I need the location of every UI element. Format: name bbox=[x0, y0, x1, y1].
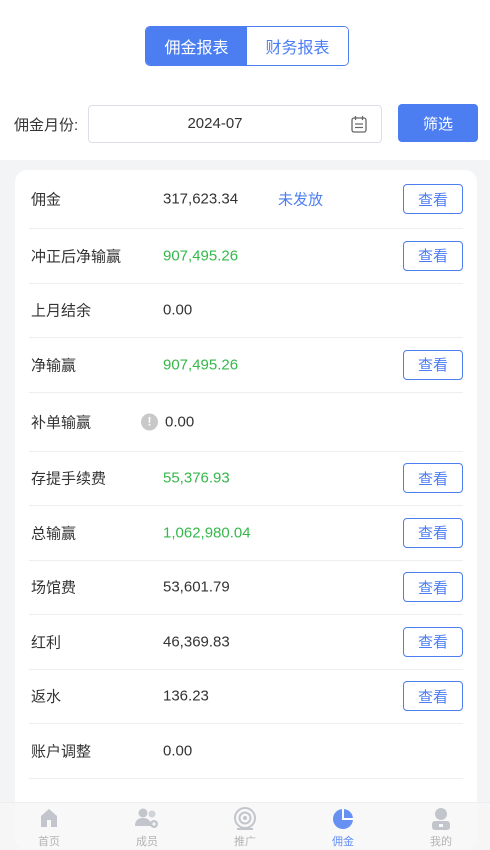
row-bonus: 红利 46,369.83 查看 bbox=[29, 615, 463, 670]
tab-commission-report[interactable]: 佣金报表 bbox=[146, 27, 247, 65]
row-label: 佣金 bbox=[31, 191, 62, 209]
month-filter-label: 佣金月份: bbox=[14, 117, 79, 134]
row-net-win-loss: 净输赢 907,495.26 查看 bbox=[29, 338, 463, 393]
calendar-icon bbox=[351, 116, 367, 133]
info-icon[interactable]: ! bbox=[141, 413, 158, 430]
promote-icon bbox=[234, 807, 256, 830]
row-deposit-withdraw-fee: 存提手续费 55,376.93 查看 bbox=[29, 452, 463, 506]
row-value: 1,062,980.04 bbox=[163, 524, 251, 542]
row-value: 907,495.26 bbox=[163, 247, 239, 265]
row-value: 317,623.34 bbox=[163, 190, 239, 208]
row-label: 补单输赢 bbox=[31, 414, 92, 431]
members-icon bbox=[135, 808, 158, 828]
filter-button[interactable]: 筛选 bbox=[398, 104, 478, 142]
row-label: 上月结余 bbox=[31, 302, 92, 320]
row-rebate: 返水 136.23 查看 bbox=[29, 670, 463, 724]
nav-label: 首页 bbox=[38, 836, 60, 848]
payout-status: 未发放 bbox=[278, 191, 324, 209]
view-venue-fee-button[interactable]: 查看 bbox=[403, 572, 463, 603]
row-value: 136.23 bbox=[163, 687, 209, 705]
tab-finance-report[interactable]: 财务报表 bbox=[247, 27, 348, 65]
nav-item-members[interactable]: 成员 bbox=[98, 803, 196, 850]
view-commission-button[interactable]: 查看 bbox=[403, 184, 463, 214]
row-adjusted-net-win-loss: 冲正后净输赢 907,495.26 查看 bbox=[29, 229, 463, 284]
row-venue-fee: 场馆费 53,601.79 查看 bbox=[29, 561, 463, 615]
commission-pie-icon bbox=[333, 809, 353, 829]
nav-label: 成员 bbox=[136, 836, 158, 848]
row-label: 账户调整 bbox=[31, 743, 92, 761]
row-total-win-loss: 总输赢 1,062,980.04 查看 bbox=[29, 506, 463, 561]
nav-label: 佣金 bbox=[332, 836, 354, 848]
view-fee-button[interactable]: 查看 bbox=[403, 463, 463, 494]
nav-item-promote[interactable]: 推广 bbox=[196, 803, 294, 850]
month-picker-value: 2024-07 bbox=[187, 115, 243, 132]
nav-label: 推广 bbox=[234, 836, 256, 848]
month-picker[interactable]: 2024-07 bbox=[88, 105, 382, 143]
nav-item-home[interactable]: 首页 bbox=[0, 803, 98, 850]
nav-item-profile[interactable]: 我的 bbox=[392, 803, 490, 850]
home-icon bbox=[41, 809, 57, 827]
row-value: 0.00 bbox=[163, 742, 193, 760]
view-bonus-button[interactable]: 查看 bbox=[403, 626, 463, 657]
view-total-win-loss-button[interactable]: 查看 bbox=[403, 517, 463, 548]
view-net-win-loss-button[interactable]: 查看 bbox=[403, 349, 463, 380]
commission-summary-card: 佣金 317,623.34 未发放 查看 冲正后净输赢 907,495.26 查… bbox=[15, 170, 477, 850]
row-value: 907,495.26 bbox=[163, 356, 239, 374]
row-account-adjustment: 账户调整 0.00 bbox=[29, 724, 463, 779]
header-panel: 佣金报表 财务报表 佣金月份: 2024-07 筛选 bbox=[0, 0, 490, 160]
row-value: 0.00 bbox=[163, 301, 193, 319]
report-tabs: 佣金报表 财务报表 bbox=[145, 26, 349, 66]
row-last-month-balance: 上月结余 0.00 bbox=[29, 284, 463, 338]
row-label: 红利 bbox=[31, 634, 62, 652]
row-value: 53,601.79 bbox=[163, 578, 230, 596]
view-adjusted-net-button[interactable]: 查看 bbox=[403, 240, 463, 271]
row-commission: 佣金 317,623.34 未发放 查看 bbox=[29, 170, 463, 229]
row-label: 净输赢 bbox=[31, 357, 77, 375]
row-value: 46,369.83 bbox=[163, 633, 230, 651]
row-value: 0.00 bbox=[165, 413, 195, 430]
row-label: 返水 bbox=[31, 688, 62, 706]
row-value: 55,376.93 bbox=[163, 469, 230, 487]
view-rebate-button[interactable]: 查看 bbox=[403, 681, 463, 712]
bottom-nav: 首页 成员 推广 佣金 我的 bbox=[0, 802, 490, 850]
nav-item-commission[interactable]: 佣金 bbox=[294, 803, 392, 850]
row-label: 总输赢 bbox=[31, 525, 77, 543]
profile-icon bbox=[432, 808, 450, 830]
nav-label: 我的 bbox=[430, 836, 452, 848]
row-label: 冲正后净输赢 bbox=[31, 248, 122, 266]
row-label: 存提手续费 bbox=[31, 470, 107, 488]
row-label: 场馆费 bbox=[31, 579, 77, 597]
row-supplement-win-loss: 补单输赢 ! 0.00 bbox=[29, 393, 463, 452]
